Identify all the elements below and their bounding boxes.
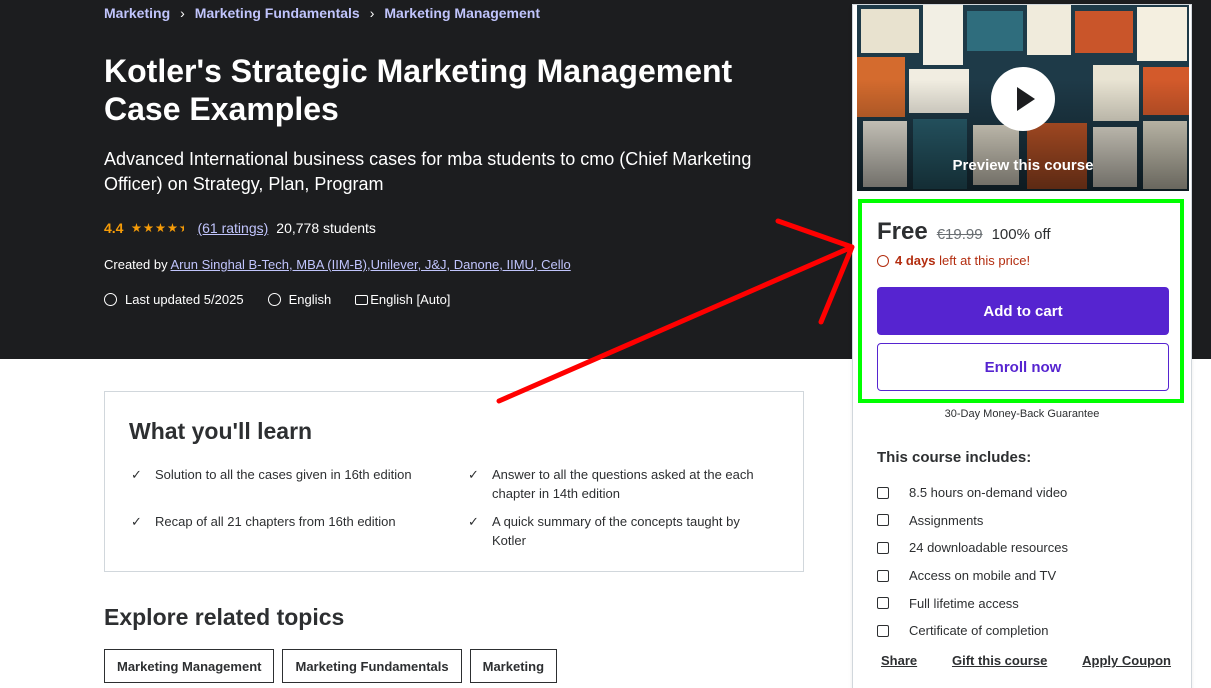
money-back-guarantee: 30-Day Money-Back Guarantee: [944, 408, 1100, 420]
learn-item: ✓ A quick summary of the concepts taught…: [468, 512, 768, 550]
preview-label[interactable]: Preview this course: [857, 157, 1189, 174]
card-links: Share Gift this course Apply Coupon: [881, 653, 1171, 668]
course-meta: Last updated 5/2025 English English [Aut…: [104, 292, 450, 307]
download-icon: [877, 541, 889, 554]
half-star-icon: [179, 223, 190, 233]
alert-badge-icon: [104, 293, 117, 306]
add-to-cart-button[interactable]: Add to cart: [877, 287, 1169, 335]
learn-item-text: A quick summary of the concepts taught b…: [492, 514, 740, 548]
current-price: Free: [877, 218, 928, 245]
learn-item: ✓ Answer to all the questions asked at t…: [468, 465, 768, 503]
ratings-count-link[interactable]: (61 ratings): [197, 220, 268, 236]
infinity-icon: [877, 597, 889, 610]
list-item: Access on mobile and TV: [877, 562, 1068, 590]
alarm-clock-icon: [877, 254, 889, 267]
learn-item-text: Answer to all the questions asked at the…: [492, 467, 754, 501]
related-topics: Marketing Management Marketing Fundament…: [104, 649, 558, 683]
star-icon: [167, 223, 178, 233]
star-rating: [131, 223, 190, 233]
include-label: 24 downloadable resources: [909, 540, 1068, 556]
share-link[interactable]: Share: [881, 653, 917, 668]
price-row: Free €19.99 100% off: [877, 218, 1051, 246]
purchase-card: Preview this course Free €19.99 100% off…: [852, 4, 1192, 688]
include-label: Access on mobile and TV: [909, 568, 1057, 584]
breadcrumb: Marketing › Marketing Fundamentals › Mar…: [104, 5, 540, 21]
captions-icon: [355, 294, 369, 305]
list-item: Certificate of completion: [877, 617, 1068, 645]
enroll-now-button[interactable]: Enroll now: [877, 343, 1169, 391]
list-item: Assignments: [877, 507, 1068, 535]
price-timer: 4 days left at this price!: [877, 253, 1030, 268]
gift-course-link[interactable]: Gift this course: [952, 653, 1047, 668]
list-item: 8.5 hours on-demand video: [877, 479, 1068, 507]
mobile-icon: [877, 569, 889, 582]
topic-marketing[interactable]: Marketing: [469, 649, 558, 683]
chevron-right-icon: ›: [369, 5, 375, 21]
learn-item-text: Recap of all 21 chapters from 16th editi…: [155, 514, 396, 529]
include-label: Assignments: [909, 512, 984, 528]
learn-title: What you'll learn: [129, 418, 313, 444]
assignment-icon: [877, 514, 889, 527]
include-label: Full lifetime access: [909, 595, 1019, 611]
includes-title: This course includes:: [877, 449, 1032, 466]
students-count: 20,778 students: [276, 220, 376, 236]
topic-marketing-fundamentals[interactable]: Marketing Fundamentals: [282, 649, 462, 683]
course-captions: English [Auto]: [370, 292, 451, 307]
rating-value: 4.4: [104, 220, 124, 236]
topic-marketing-management[interactable]: Marketing Management: [104, 649, 275, 683]
list-item: Full lifetime access: [877, 589, 1068, 617]
created-by: Created by Arun Singhal B-Tech, MBA (IIM…: [104, 257, 571, 272]
globe-icon: [267, 293, 281, 306]
course-language: English: [288, 292, 332, 307]
chevron-right-icon: ›: [180, 5, 185, 21]
original-price: €19.99: [936, 226, 983, 243]
breadcrumb-item-marketing-fundamentals[interactable]: Marketing Fundamentals: [195, 5, 360, 21]
course-preview[interactable]: Preview this course: [857, 5, 1189, 191]
star-icon: [131, 223, 142, 233]
breadcrumb-item-marketing-management[interactable]: Marketing Management: [384, 5, 540, 21]
timer-text: left at this price!: [939, 253, 1031, 268]
trophy-icon: [877, 624, 889, 637]
what-youll-learn: What you'll learn ✓ Solution to all the …: [104, 391, 804, 572]
discount-label: 100% off: [991, 226, 1051, 243]
star-icon: [143, 223, 154, 233]
apply-coupon-link[interactable]: Apply Coupon: [1082, 653, 1171, 668]
breadcrumb-item-marketing[interactable]: Marketing: [104, 5, 170, 21]
course-title: Kotler's Strategic Marketing Management …: [104, 53, 733, 127]
check-icon: ✓: [468, 467, 479, 482]
star-icon: [155, 223, 166, 233]
explore-title: Explore related topics: [104, 604, 345, 630]
video-icon: [877, 486, 889, 499]
check-icon: ✓: [131, 514, 142, 529]
instructor-link[interactable]: Arun Singhal B-Tech, MBA (IIM-B),Unileve…: [171, 257, 571, 272]
learn-item: ✓ Recap of all 21 chapters from 16th edi…: [131, 512, 451, 531]
created-by-label: Created by: [104, 257, 168, 272]
include-label: Certificate of completion: [909, 623, 1049, 639]
check-icon: ✓: [468, 514, 479, 529]
play-icon[interactable]: [991, 67, 1055, 131]
list-item: 24 downloadable resources: [877, 534, 1068, 562]
include-label: 8.5 hours on-demand video: [909, 485, 1068, 501]
last-updated: Last updated 5/2025: [125, 292, 244, 307]
check-icon: ✓: [131, 467, 142, 482]
includes-list: 8.5 hours on-demand video Assignments 24…: [877, 479, 1068, 645]
learn-item-text: Solution to all the cases given in 16th …: [155, 467, 412, 482]
timer-days: 4 days: [895, 253, 936, 268]
course-subtitle: Advanced International business cases fo…: [104, 149, 752, 194]
learn-item: ✓ Solution to all the cases given in 16t…: [131, 465, 451, 484]
rating-row: 4.4 (61 ratings) 20,778 students: [104, 220, 376, 236]
